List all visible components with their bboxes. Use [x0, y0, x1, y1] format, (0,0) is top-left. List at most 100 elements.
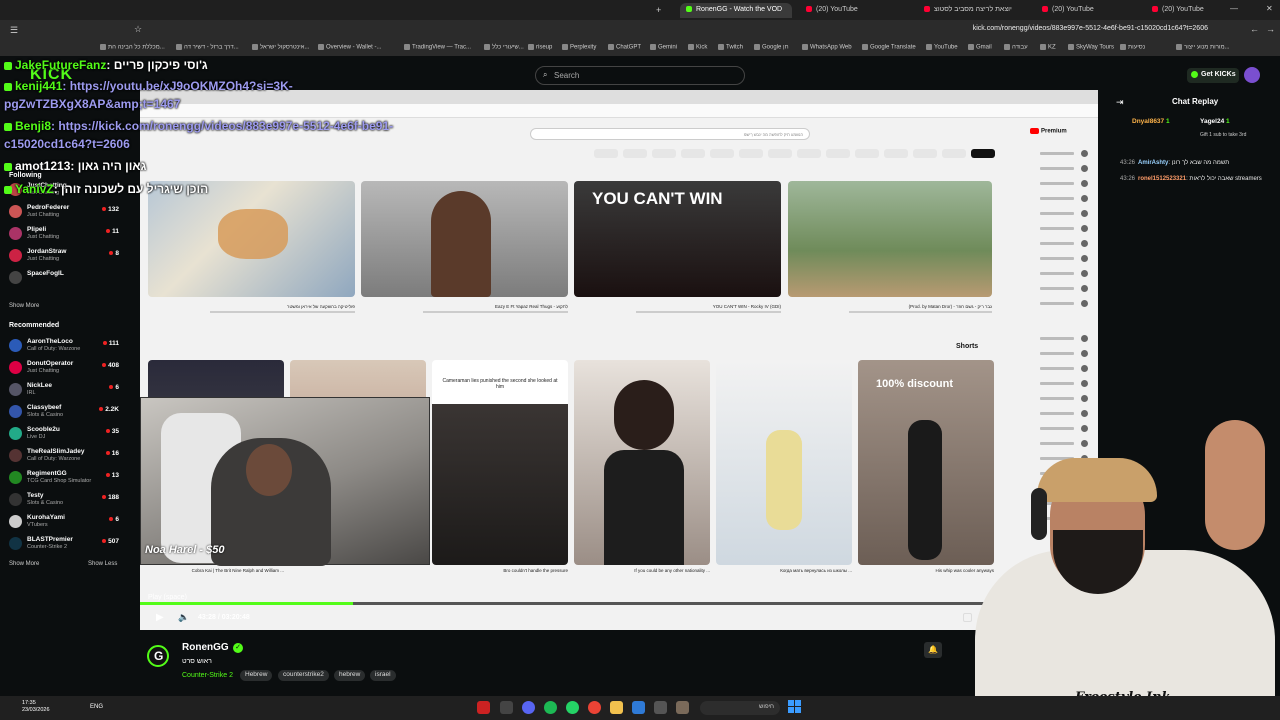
nav-label — [1040, 182, 1074, 185]
app-icon[interactable] — [477, 701, 490, 714]
sidebar-item-donutoperator[interactable]: DonutOperator Just Chatting 408 — [9, 358, 123, 378]
tag[interactable]: hebrew — [334, 670, 366, 681]
play-icon[interactable]: ▶ — [156, 612, 166, 624]
gifter-2: Yagel24 1 — [1200, 118, 1230, 125]
sidebar-item-pedrofederer[interactable]: PedroFederer Just Chatting 132 — [9, 202, 123, 222]
search-input[interactable]: ⌕ Search — [535, 66, 745, 85]
discord-icon[interactable] — [522, 701, 535, 714]
get-kicks-button[interactable]: Get KICKs — [1187, 68, 1239, 83]
bookmark-item[interactable]: Gemini — [650, 44, 677, 51]
bookmark-item[interactable]: אינטרסקול ישראל... — [252, 44, 309, 51]
minimize-icon[interactable]: — — [1230, 4, 1238, 13]
back-icon[interactable]: ← — [1250, 24, 1259, 34]
channel-name: PedroFederer — [27, 204, 70, 211]
sidebar-item-spacefogil[interactable]: SpaceFogIL — [9, 268, 123, 288]
nav-label — [1040, 257, 1074, 260]
category-link[interactable]: Counter-Strike 2 — [182, 672, 233, 679]
bookmark-item[interactable]: Twitch — [718, 44, 743, 51]
nav-icon — [1081, 195, 1088, 202]
close-window-icon[interactable]: ✕ — [1266, 4, 1273, 13]
app-icon[interactable] — [500, 701, 513, 714]
tab-kick-vod[interactable]: RonenGG - Watch the VOD — [680, 3, 792, 18]
bookmark-item[interactable]: Perplexity — [562, 44, 596, 51]
chat-badge-icon — [4, 61, 12, 70]
chat-badge-icon — [4, 185, 12, 194]
bookmark-item[interactable]: ChatGPT — [608, 44, 641, 51]
tab-youtube-2[interactable]: יוצאת לריצה מסביב לסטוצ — [918, 3, 1028, 18]
collapse-chat-icon[interactable]: ⇥ — [1116, 97, 1124, 108]
app-icon[interactable] — [654, 701, 667, 714]
tag[interactable]: Hebrew — [240, 670, 273, 681]
menu-icon[interactable]: ☰ — [10, 25, 18, 36]
spotify-icon[interactable] — [544, 701, 557, 714]
nav-icon — [1081, 240, 1088, 247]
taskbar-search[interactable]: חיפוש — [700, 701, 780, 715]
sidebar-item-jordanstraw[interactable]: JordanStraw Just Chatting 8 — [9, 246, 123, 266]
bookmark-favicon-icon — [484, 44, 490, 50]
show-less-button[interactable]: Show Less — [88, 561, 117, 567]
tag[interactable]: israel — [370, 670, 396, 681]
video-thumbnail: YOU CAN'T WIN — [574, 181, 781, 297]
language-indicator[interactable]: ENG — [90, 704, 103, 710]
youtube-nav-item — [1020, 180, 1090, 190]
bookmark-item[interactable]: WhatsApp Web — [802, 44, 852, 51]
streamer-avatar[interactable]: G — [147, 645, 169, 667]
gift-prompt[interactable]: Gift 1 sub to take 3rd — [1200, 132, 1246, 138]
bookmark-item[interactable]: TradingView — Trac... — [404, 44, 471, 51]
show-more-button[interactable]: Show More — [9, 303, 39, 309]
channel-name: Testy — [27, 492, 44, 499]
bookmark-item[interactable]: Kick — [688, 44, 707, 51]
bookmark-item[interactable]: Google Translate — [862, 44, 916, 51]
show-more-button[interactable]: Show More — [9, 561, 39, 567]
bookmark-item[interactable]: Overview - Wallet -... — [318, 44, 381, 51]
bookmark-item[interactable]: מכללת כל הבינה הת... — [100, 44, 165, 51]
tab-youtube-1[interactable]: (20) YouTube — [800, 3, 910, 18]
whatsapp-icon[interactable] — [566, 701, 579, 714]
sidebar-item-regimentgg[interactable]: RegimentGG TCG Card Shop Simulator 13 — [9, 468, 123, 488]
nav-icon — [1081, 165, 1088, 172]
sidebar-item-plipeli[interactable]: Plipeli Just Chatting 11 — [9, 224, 123, 244]
folder-icon[interactable] — [610, 701, 623, 714]
youtube-tab-icon — [1042, 6, 1048, 13]
bookmark-item[interactable]: riseup — [528, 44, 552, 51]
bookmark-item[interactable]: עבודה — [1004, 44, 1028, 51]
nav-icon — [1081, 380, 1088, 387]
sidebar-item-testy[interactable]: Testy Slots & Casino 188 — [9, 490, 123, 510]
bookmark-item[interactable]: מורות מנוע ייצור... — [1176, 44, 1230, 51]
bookmark-item[interactable]: KZ — [1040, 44, 1056, 51]
bell-icon[interactable]: 🔔 — [924, 642, 942, 658]
video-thumbnail — [788, 181, 992, 297]
windows-start-icon[interactable] — [788, 700, 802, 714]
tag[interactable]: counterstrike2 — [278, 670, 329, 681]
bookmark-item[interactable]: Gmail — [968, 44, 992, 51]
sidebar-item-nicklee[interactable]: NickLee IRL 6 — [9, 380, 123, 400]
store-icon[interactable] — [632, 701, 645, 714]
sidebar-item-aarontheloco[interactable]: AaronTheLoco Call of Duty: Warzone 111 — [9, 336, 123, 356]
sidebar-item-classybeef[interactable]: Classybeef Slots & Casino 2.2K — [9, 402, 123, 422]
streamer-name[interactable]: RonenGG — [182, 642, 229, 653]
chrome-icon[interactable] — [588, 701, 601, 714]
bookmark-item[interactable]: SkyWay Tours — [1068, 44, 1114, 51]
avatar[interactable] — [1244, 67, 1260, 83]
app-icon[interactable] — [676, 701, 689, 714]
bookmark-favicon-icon — [318, 44, 324, 50]
person-silhouette — [614, 380, 674, 450]
bookmark-item[interactable]: נסיעות — [1120, 44, 1145, 51]
bookmark-item[interactable]: YouTube — [926, 44, 958, 51]
bookmark-star-icon[interactable]: ☆ — [134, 24, 142, 35]
url-field[interactable]: kick.com/ronengg/videos/883e997e-5512-4e… — [973, 25, 1208, 32]
channel-name: SpaceFogIL — [27, 270, 64, 277]
channel-category: Call of Duty: Warzone — [27, 456, 81, 462]
sidebar-item-blastpremier[interactable]: BLASTPremier Counter-Strike 2 507 — [9, 534, 123, 554]
sidebar-item-scooble2u[interactable]: Scooble2u Live DJ 35 — [9, 424, 123, 444]
nav-icon — [1081, 225, 1088, 232]
tab-youtube-3[interactable]: (20) YouTube — [1036, 3, 1136, 18]
volume-icon[interactable]: 🔈 — [178, 612, 189, 623]
sidebar-item-kurohayami[interactable]: KurohaYami VTubers 6 — [9, 512, 123, 532]
forward-icon[interactable]: → — [1266, 24, 1275, 34]
sidebar-item-therealslimjadey[interactable]: TheRealSlimJadey Call of Duty: Warzone 16 — [9, 446, 123, 466]
bookmark-item[interactable]: Google חן — [754, 44, 789, 51]
new-tab-icon[interactable]: + — [656, 5, 661, 15]
bookmark-item[interactable]: שיעורי כלל... — [484, 44, 524, 51]
bookmark-item[interactable]: דרך ברזל - דשיר דה... — [176, 44, 239, 51]
